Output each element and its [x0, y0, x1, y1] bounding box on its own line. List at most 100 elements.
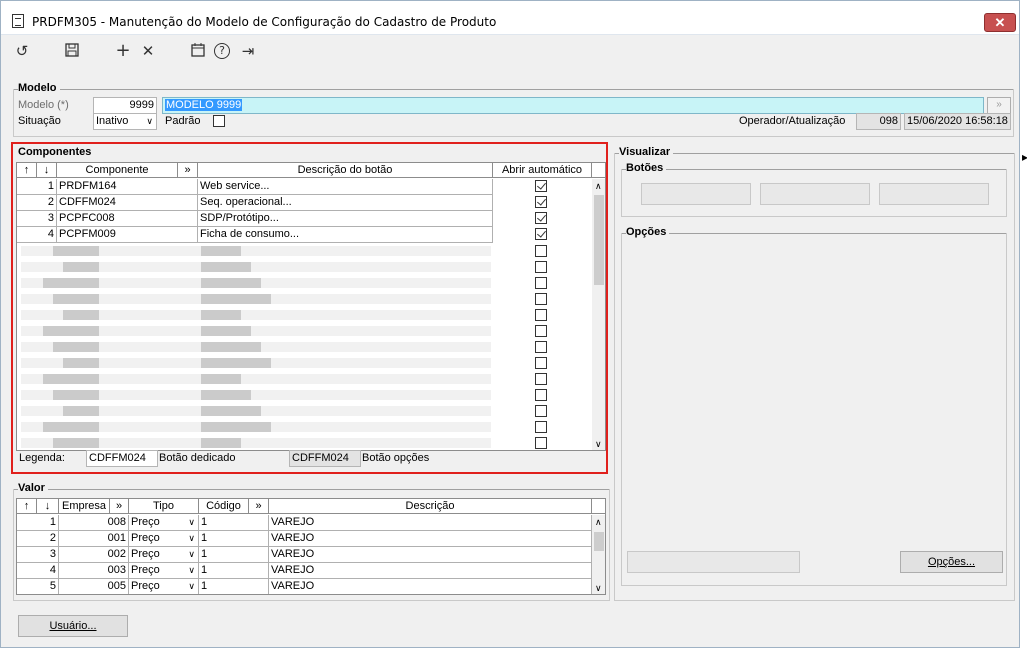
header-valor-descricao[interactable]: Descrição	[269, 499, 592, 514]
header-tipo[interactable]: Tipo	[129, 499, 199, 514]
valor-row-tipo[interactable]: Preço ∨	[129, 563, 199, 579]
header-empresa-more[interactable]: »	[110, 499, 129, 514]
save-icon[interactable]	[63, 42, 81, 60]
abrir-checkbox[interactable]	[535, 261, 547, 273]
row-componente[interactable]: CDFFM024	[57, 195, 198, 211]
valor-row[interactable]: 3 002 Preço ∨ 1 VAREJO	[17, 547, 605, 563]
sort-up-icon[interactable]: ↑	[17, 163, 37, 178]
componentes-row[interactable]: 4 PCPFM009 Ficha de consumo...	[17, 227, 605, 243]
valor-row-tipo[interactable]: Preço ∨	[129, 547, 199, 563]
valor-row-codigo[interactable]: 1	[199, 515, 269, 531]
scroll-thumb[interactable]	[594, 195, 604, 285]
modelo-lookup-button[interactable]: »	[987, 97, 1011, 114]
componentes-row[interactable]	[17, 275, 605, 291]
componentes-row[interactable]	[17, 403, 605, 419]
componentes-row[interactable]	[17, 323, 605, 339]
help-icon[interactable]: ?	[214, 43, 230, 59]
componentes-row[interactable]: 3 PCPFC008 SDP/Protótipo...	[17, 211, 605, 227]
componentes-row[interactable]: 1 PRDFM164 Web service...	[17, 179, 605, 195]
abrir-checkbox[interactable]	[535, 277, 547, 289]
componentes-row[interactable]	[17, 307, 605, 323]
close-button[interactable]: ✕	[984, 13, 1016, 32]
valor-grid[interactable]: ↑ ↓ Empresa » Tipo Código » Descrição 10…	[16, 498, 606, 595]
row-descricao[interactable]: Web service...	[198, 179, 493, 195]
calendar-icon[interactable]	[189, 42, 207, 60]
abrir-checkbox[interactable]	[535, 180, 547, 192]
valor-row-tipo[interactable]: Preço ∨	[129, 579, 199, 594]
header-more[interactable]: »	[178, 163, 198, 178]
abrir-checkbox[interactable]	[535, 309, 547, 321]
header-codigo-more[interactable]: »	[249, 499, 269, 514]
header-empresa[interactable]: Empresa	[59, 499, 110, 514]
header-descricao[interactable]: Descrição do botão	[198, 163, 493, 178]
valor-row-descricao[interactable]: VAREJO	[269, 531, 592, 547]
abrir-checkbox[interactable]	[535, 293, 547, 305]
row-componente[interactable]: PRDFM164	[57, 179, 198, 195]
valor-scroll-down-icon[interactable]: ∨	[595, 583, 602, 594]
abrir-checkbox[interactable]	[535, 421, 547, 433]
valor-row-descricao[interactable]: VAREJO	[269, 547, 592, 563]
valor-row[interactable]: 4 003 Preço ∨ 1 VAREJO	[17, 563, 605, 579]
abrir-checkbox[interactable]	[535, 228, 547, 240]
valor-row-empresa[interactable]: 003	[59, 563, 129, 579]
componentes-row[interactable]	[17, 435, 605, 450]
header-abrir[interactable]: Abrir automático	[493, 163, 592, 178]
sort-down-icon[interactable]: ↓	[37, 163, 57, 178]
componentes-row[interactable]	[17, 371, 605, 387]
valor-row-descricao[interactable]: VAREJO	[269, 579, 592, 594]
abrir-checkbox[interactable]	[535, 405, 547, 417]
header-codigo[interactable]: Código	[199, 499, 249, 514]
abrir-checkbox[interactable]	[535, 357, 547, 369]
row-componente[interactable]: PCPFM009	[57, 227, 198, 243]
valor-scroll-thumb[interactable]	[594, 532, 604, 551]
delete-icon[interactable]: ✕	[139, 42, 157, 60]
valor-sort-up-icon[interactable]: ↑	[17, 499, 37, 514]
row-descricao[interactable]: SDP/Protótipo...	[198, 211, 493, 227]
valor-row-empresa[interactable]: 001	[59, 531, 129, 547]
undo-icon[interactable]: ↺	[13, 42, 31, 60]
valor-row-descricao[interactable]: VAREJO	[269, 563, 592, 579]
abrir-checkbox[interactable]	[535, 212, 547, 224]
valor-sort-down-icon[interactable]: ↓	[37, 499, 59, 514]
row-descricao[interactable]: Seq. operacional...	[198, 195, 493, 211]
componentes-row[interactable]: 2 CDFFM024 Seq. operacional...	[17, 195, 605, 211]
valor-row-empresa[interactable]: 002	[59, 547, 129, 563]
valor-row-codigo[interactable]: 1	[199, 579, 269, 594]
valor-scroll-up-icon[interactable]: ∧	[595, 517, 602, 528]
valor-row[interactable]: 2 001 Preço ∨ 1 VAREJO	[17, 531, 605, 547]
valor-row-tipo[interactable]: Preço ∨	[129, 531, 199, 547]
componentes-grid[interactable]: ↑ ↓ Componente » Descrição do botão Abri…	[16, 162, 606, 451]
add-icon[interactable]: +	[114, 42, 132, 60]
valor-row-codigo[interactable]: 1	[199, 547, 269, 563]
modelo-description-input[interactable]: MODELO 9999	[162, 97, 984, 114]
row-componente[interactable]: PCPFC008	[57, 211, 198, 227]
modelo-code-input[interactable]: 9999	[93, 97, 157, 114]
row-descricao[interactable]: Ficha de consumo...	[198, 227, 493, 243]
abrir-checkbox[interactable]	[535, 245, 547, 257]
abrir-checkbox[interactable]	[535, 437, 547, 449]
valor-row[interactable]: 5 005 Preço ∨ 1 VAREJO	[17, 579, 605, 594]
componentes-row[interactable]	[17, 243, 605, 259]
padrao-checkbox[interactable]	[213, 115, 225, 127]
valor-row-descricao[interactable]: VAREJO	[269, 515, 592, 531]
situacao-select[interactable]: Inativo ∨	[93, 113, 157, 130]
valor-row-codigo[interactable]: 1	[199, 563, 269, 579]
abrir-checkbox[interactable]	[535, 389, 547, 401]
abrir-checkbox[interactable]	[535, 196, 547, 208]
scroll-up-icon[interactable]: ∧	[595, 181, 602, 192]
abrir-checkbox[interactable]	[535, 341, 547, 353]
valor-row-codigo[interactable]: 1	[199, 531, 269, 547]
componentes-row[interactable]	[17, 259, 605, 275]
valor-row[interactable]: 1 008 Preço ∨ 1 VAREJO	[17, 515, 605, 531]
usuario-button[interactable]: Usuário...	[18, 615, 128, 637]
componentes-row[interactable]	[17, 387, 605, 403]
componentes-scrollbar[interactable]: ∧ ∨	[592, 179, 605, 450]
componentes-row[interactable]	[17, 419, 605, 435]
valor-scrollbar[interactable]: ∧ ∨	[592, 515, 605, 594]
exit-icon[interactable]: ⇥	[239, 42, 257, 60]
header-componente[interactable]: Componente	[57, 163, 178, 178]
abrir-checkbox[interactable]	[535, 373, 547, 385]
abrir-checkbox[interactable]	[535, 325, 547, 337]
componentes-row[interactable]	[17, 355, 605, 371]
componentes-row[interactable]	[17, 291, 605, 307]
